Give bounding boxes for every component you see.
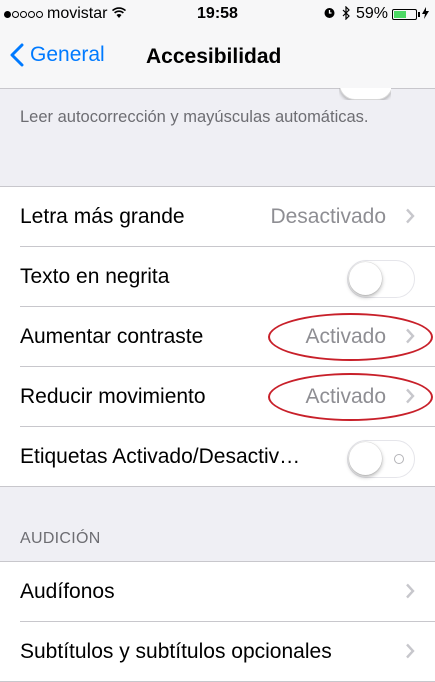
chevron-right-icon bbox=[406, 583, 415, 599]
row-label: Subtítulos y subtítulos opcionales bbox=[20, 640, 332, 663]
back-button[interactable]: General bbox=[10, 43, 105, 67]
row-label: Letra más grande bbox=[20, 205, 185, 228]
scrolled-switch-edge bbox=[339, 88, 391, 100]
chevron-left-icon bbox=[10, 43, 24, 67]
on-off-labels-switch[interactable] bbox=[347, 440, 415, 478]
status-bar: movistar 19:58 59% bbox=[0, 0, 435, 30]
chevron-right-icon bbox=[406, 643, 415, 659]
row-aumentar-contraste[interactable]: Aumentar contraste Activado bbox=[20, 307, 435, 367]
page-title: Accesibilidad bbox=[146, 45, 282, 68]
alarm-icon bbox=[323, 6, 336, 22]
row-audifonos[interactable]: Audífonos bbox=[20, 562, 435, 622]
row-letra-mas-grande[interactable]: Letra más grande Desactivado bbox=[20, 187, 435, 247]
row-label: Etiquetas Activado/Desactiv… bbox=[20, 445, 301, 468]
section-header-audicion: AUDICIÓN bbox=[20, 530, 101, 547]
off-label-o-icon bbox=[394, 454, 404, 464]
row-label: Reducir movimiento bbox=[20, 385, 206, 408]
row-texto-en-negrita: Texto en negrita bbox=[20, 247, 435, 307]
row-etiquetas-activado: Etiquetas Activado/Desactiv… bbox=[20, 427, 435, 486]
settings-group-audicion: Audífonos Subtítulos y subtítulos opcion… bbox=[0, 561, 435, 682]
bold-text-switch[interactable] bbox=[347, 260, 415, 298]
row-label: Aumentar contraste bbox=[20, 325, 204, 348]
back-button-label: General bbox=[30, 43, 105, 66]
battery-percent: 59% bbox=[355, 5, 388, 22]
settings-group-display: Letra más grande Desactivado Texto en ne… bbox=[0, 186, 435, 487]
row-value: Desactivado bbox=[270, 205, 386, 228]
status-right: 59% bbox=[323, 5, 429, 23]
charging-bolt-icon bbox=[422, 6, 429, 22]
battery-icon bbox=[392, 8, 417, 20]
battery-level bbox=[394, 10, 406, 18]
row-subtitulos[interactable]: Subtítulos y subtítulos opcionales bbox=[20, 622, 435, 681]
section-footer-note: Leer autocorrección y mayúsculas automát… bbox=[20, 108, 369, 126]
switch-knob bbox=[349, 262, 382, 295]
navigation-bar: General Accesibilidad bbox=[0, 30, 435, 100]
row-reducir-movimiento[interactable]: Reducir movimiento Activado bbox=[20, 367, 435, 427]
chevron-right-icon bbox=[406, 208, 415, 224]
battery-nub bbox=[418, 11, 420, 17]
switch-knob bbox=[349, 442, 382, 475]
row-label: Texto en negrita bbox=[20, 265, 170, 288]
row-label: Audífonos bbox=[20, 580, 115, 603]
annotation-circle bbox=[268, 373, 433, 421]
bluetooth-icon bbox=[342, 5, 351, 23]
annotation-circle bbox=[268, 313, 433, 361]
